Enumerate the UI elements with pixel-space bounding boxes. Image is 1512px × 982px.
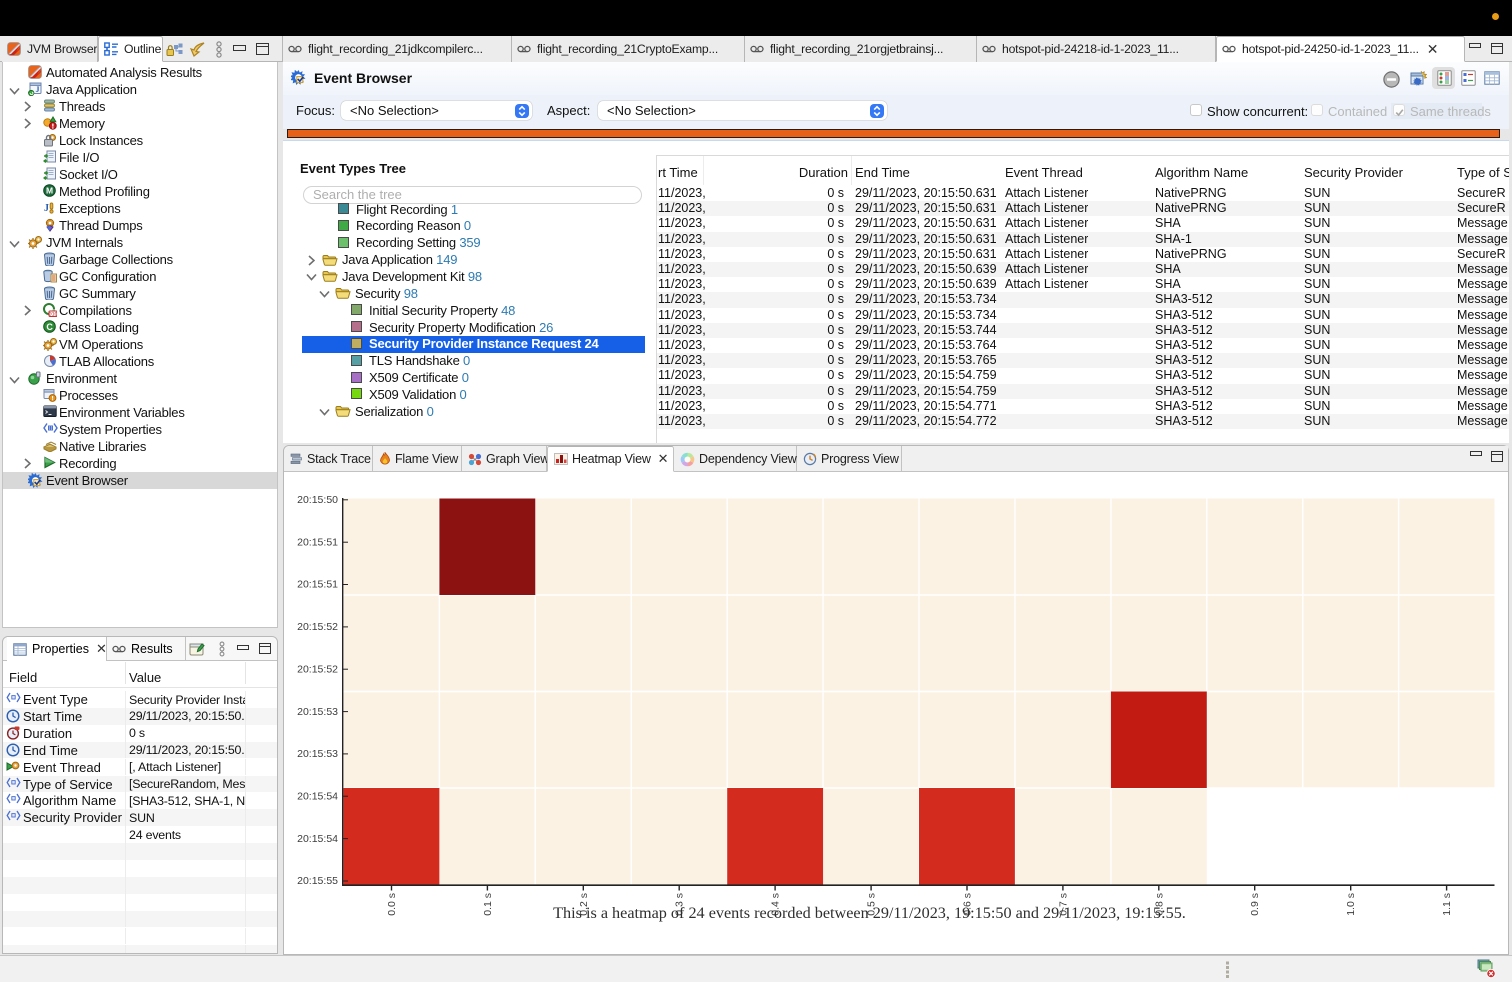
svg-text:20:15:54: 20:15:54 — [297, 833, 338, 845]
svg-text:20:15:53: 20:15:53 — [297, 706, 338, 718]
svg-text:010: 010 — [49, 312, 57, 318]
svg-text:C: C — [46, 322, 53, 332]
svg-text:20:15:50: 20:15:50 — [297, 494, 338, 506]
svg-text:20:15:52: 20:15:52 — [297, 663, 338, 675]
svg-text:J: J — [36, 85, 40, 94]
svg-text:M: M — [46, 186, 53, 196]
svg-text:20:15:51: 20:15:51 — [297, 536, 338, 548]
svg-text:20:15:52: 20:15:52 — [297, 621, 338, 633]
svg-text:20:15:55: 20:15:55 — [297, 875, 338, 887]
svg-text:20:15:51: 20:15:51 — [297, 579, 338, 591]
svg-text:20:15:53: 20:15:53 — [297, 748, 338, 760]
svg-text:20:15:54: 20:15:54 — [297, 790, 338, 802]
svg-text:J: J — [44, 203, 49, 214]
